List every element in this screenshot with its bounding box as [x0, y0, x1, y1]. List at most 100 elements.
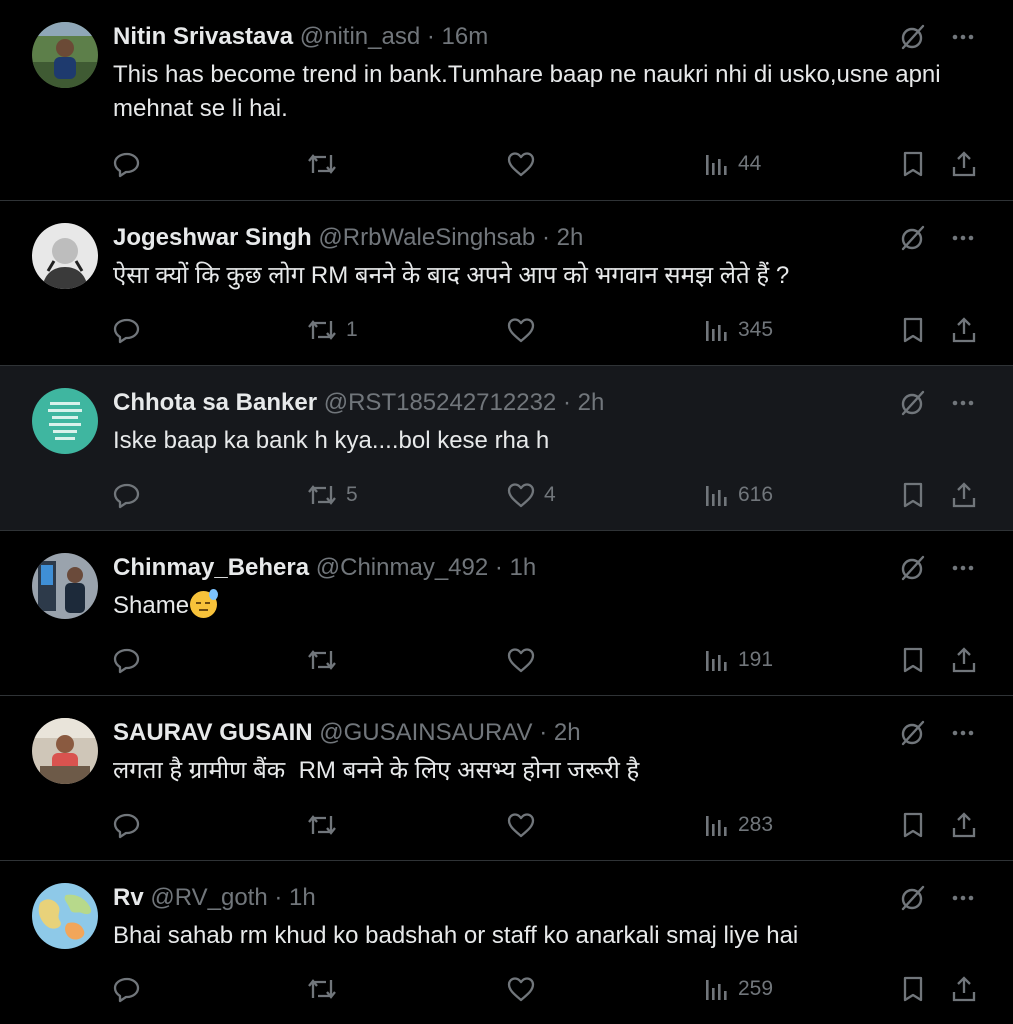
downcast-face-with-sweat-icon — [190, 589, 219, 618]
tweet-top-actions — [899, 554, 975, 582]
avatar[interactable] — [32, 223, 98, 289]
tweet-top-actions — [899, 224, 975, 252]
reply-button[interactable] — [112, 808, 150, 842]
retweet-button[interactable] — [306, 147, 346, 181]
like-button[interactable] — [506, 313, 544, 347]
reply-button[interactable] — [112, 643, 150, 677]
reply-button[interactable] — [112, 972, 150, 1006]
like-button[interactable] — [506, 808, 544, 842]
bookmark-button[interactable] — [900, 643, 926, 677]
more-icon[interactable] — [951, 556, 975, 580]
share-button[interactable] — [950, 478, 978, 512]
tweet-top-actions — [899, 23, 975, 51]
more-icon[interactable] — [951, 886, 975, 910]
more-icon[interactable] — [951, 721, 975, 745]
like-button[interactable]: 4 — [506, 478, 556, 512]
tweet[interactable]: Rv @RV_goth · 1h Bhai sahab rm khud ko b… — [0, 861, 1013, 1024]
views-button[interactable]: 345 — [704, 313, 773, 347]
user-handle[interactable]: @RrbWaleSinghsab — [318, 224, 535, 251]
bookmark-icon — [900, 316, 926, 344]
avatar[interactable] — [32, 718, 98, 784]
like-button[interactable] — [506, 972, 544, 1006]
tweet-actions: 191 — [112, 643, 982, 677]
tweet-actions: 44 — [112, 147, 982, 181]
avatar[interactable] — [32, 883, 98, 949]
views-button[interactable]: 259 — [704, 972, 773, 1006]
display-name[interactable]: Rv — [113, 884, 144, 911]
like-button[interactable] — [506, 643, 544, 677]
views-button[interactable]: 616 — [704, 478, 773, 512]
user-handle[interactable]: @RV_goth — [150, 884, 267, 911]
display-name[interactable]: Chinmay_Behera — [113, 554, 309, 581]
retweet-button[interactable] — [306, 972, 346, 1006]
user-handle[interactable]: @Chinmay_492 — [316, 554, 488, 581]
grok-icon[interactable] — [899, 884, 927, 912]
reply-button[interactable] — [112, 313, 150, 347]
tweet-text: Iske baap ka bank h kya....bol kese rha … — [113, 427, 550, 454]
grok-icon[interactable] — [899, 719, 927, 747]
bookmark-button[interactable] — [900, 313, 926, 347]
share-button[interactable] — [950, 643, 978, 677]
display-name[interactable]: Nitin Srivastava — [113, 23, 293, 50]
bookmark-button[interactable] — [900, 972, 926, 1006]
grok-icon[interactable] — [899, 554, 927, 582]
display-name[interactable]: Jogeshwar Singh — [113, 224, 312, 251]
bookmark-button[interactable] — [900, 147, 926, 181]
share-button[interactable] — [950, 972, 978, 1006]
timestamp[interactable]: 1h — [289, 884, 316, 911]
share-button[interactable] — [950, 808, 978, 842]
retweet-count: 5 — [346, 483, 358, 506]
timestamp[interactable]: 16m — [442, 23, 489, 50]
grok-icon[interactable] — [899, 389, 927, 417]
views-button[interactable]: 283 — [704, 808, 773, 842]
timestamp[interactable]: 1h — [510, 554, 537, 581]
bookmark-button[interactable] — [900, 478, 926, 512]
avatar[interactable] — [32, 553, 98, 619]
timestamp[interactable]: 2h — [557, 224, 584, 251]
like-button[interactable] — [506, 147, 544, 181]
grok-icon[interactable] — [899, 23, 927, 51]
views-button[interactable]: 191 — [704, 643, 773, 677]
separator: · — [267, 884, 290, 911]
tweet[interactable]: Nitin Srivastava @nitin_asd · 16m This h… — [0, 0, 1013, 201]
reply-button[interactable] — [112, 478, 150, 512]
more-icon[interactable] — [951, 25, 975, 49]
tweet[interactable]: SAURAV GUSAIN @GUSAINSAURAV · 2h लगता है… — [0, 696, 1013, 861]
share-icon — [950, 811, 978, 839]
views-icon — [704, 151, 730, 177]
retweet-button[interactable] — [306, 643, 346, 677]
display-name[interactable]: SAURAV GUSAIN — [113, 719, 313, 746]
user-handle[interactable]: @RST185242712232 — [324, 389, 557, 416]
views-button[interactable]: 44 — [704, 147, 761, 181]
bookmark-icon — [900, 481, 926, 509]
retweet-button[interactable]: 5 — [306, 478, 358, 512]
tweet[interactable]: Chhota sa Banker @RST185242712232 · 2h I… — [0, 366, 1013, 531]
reply-icon — [112, 480, 142, 510]
reply-icon — [112, 974, 142, 1004]
user-handle[interactable]: @GUSAINSAURAV — [319, 719, 532, 746]
tweet[interactable]: Chinmay_Behera @Chinmay_492 · 1h Shame 1… — [0, 531, 1013, 696]
user-handle[interactable]: @nitin_asd — [300, 23, 420, 50]
share-button[interactable] — [950, 147, 978, 181]
avatar[interactable] — [32, 22, 98, 88]
separator: · — [420, 23, 442, 50]
retweet-button[interactable] — [306, 808, 346, 842]
views-icon — [704, 812, 730, 838]
tweet-text-container: Shame — [113, 589, 953, 623]
reply-button[interactable] — [112, 147, 150, 181]
views-icon — [704, 482, 730, 508]
timestamp[interactable]: 2h — [578, 389, 605, 416]
more-icon[interactable] — [951, 391, 975, 415]
display-name[interactable]: Chhota sa Banker — [113, 389, 317, 416]
reply-icon — [112, 149, 142, 179]
tweet-header: SAURAV GUSAIN @GUSAINSAURAV · 2h — [113, 717, 581, 749]
bookmark-button[interactable] — [900, 808, 926, 842]
retweet-button[interactable]: 1 — [306, 313, 358, 347]
more-icon[interactable] — [951, 226, 975, 250]
timestamp[interactable]: 2h — [554, 719, 581, 746]
bookmark-icon — [900, 646, 926, 674]
tweet[interactable]: Jogeshwar Singh @RrbWaleSinghsab · 2h ऐस… — [0, 201, 1013, 366]
avatar[interactable] — [32, 388, 98, 454]
share-button[interactable] — [950, 313, 978, 347]
grok-icon[interactable] — [899, 224, 927, 252]
